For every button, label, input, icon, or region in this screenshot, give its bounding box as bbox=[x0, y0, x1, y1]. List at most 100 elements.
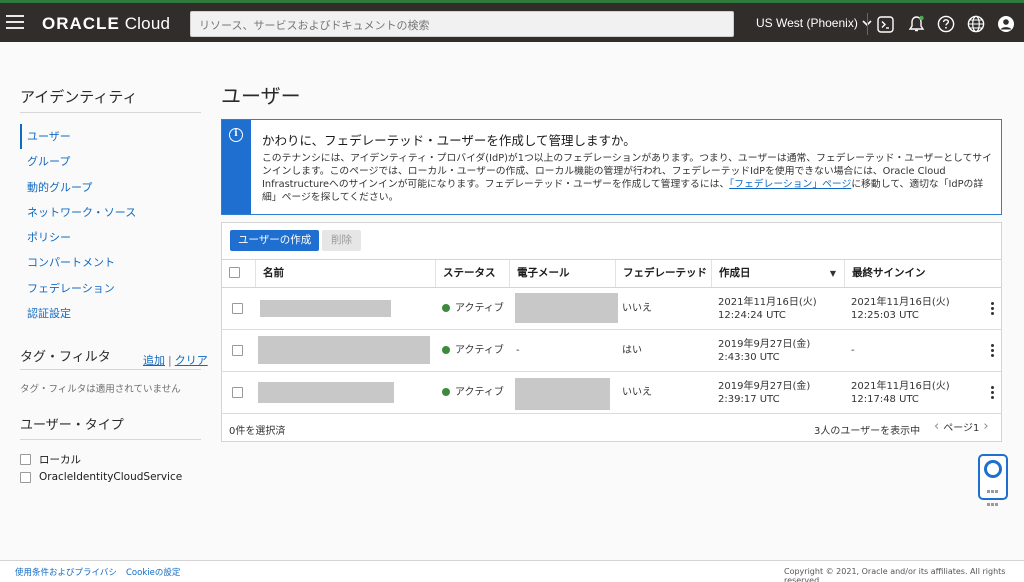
row-select-cell bbox=[222, 288, 255, 329]
users-table-panel: ユーザーの作成 削除 名前 ステータス 電子メール フェデレーテッド 作成日 ▼ … bbox=[221, 222, 1002, 442]
info-banner-heading: かわりに、フェデレーテッド・ユーザーを作成して管理しますか。 bbox=[262, 133, 636, 148]
created-time: 2:43:30 UTC bbox=[718, 351, 780, 363]
select-all-cell bbox=[222, 260, 255, 287]
created-date: 2019年9月27日(金) bbox=[718, 338, 811, 350]
sidebar-item-network-sources[interactable]: ネットワーク・ソース bbox=[20, 200, 201, 225]
info-banner-stripe: i bbox=[222, 120, 251, 214]
globe-icon[interactable] bbox=[967, 15, 985, 33]
global-search-input[interactable]: リソース、サービスおよびドキュメントの検索 bbox=[190, 11, 734, 37]
page-label: ページ1 bbox=[943, 423, 980, 434]
created-time: 12:24:24 UTC bbox=[718, 309, 786, 321]
sidebar-item-policies[interactable]: ポリシー bbox=[20, 225, 201, 250]
sidebar-item-federation[interactable]: フェデレーション bbox=[20, 276, 201, 301]
cloud-shell-icon[interactable] bbox=[876, 15, 894, 33]
info-banner-body: このテナンシには、アイデンティティ・プロバイダ(IdP)が1つ以上のフェデレーシ… bbox=[262, 152, 997, 204]
status-cell: アクティブ bbox=[435, 330, 509, 371]
oracle-cloud-logo[interactable]: ORACLE Cloud bbox=[42, 14, 170, 34]
column-header-last-sign-in[interactable]: 最終サインイン bbox=[844, 260, 1001, 287]
status-cell: アクティブ bbox=[435, 372, 509, 413]
row-checkbox[interactable] bbox=[232, 345, 243, 356]
column-header-created[interactable]: 作成日 ▼ bbox=[711, 260, 844, 287]
delete-button: 削除 bbox=[322, 230, 361, 251]
user-count: 3人のユーザーを表示中 bbox=[814, 426, 921, 437]
created-cell: 2019年9月27日(金) 2:43:30 UTC bbox=[711, 330, 844, 371]
checkbox[interactable] bbox=[20, 454, 31, 465]
help-icon[interactable] bbox=[937, 15, 955, 33]
user-type-title: ユーザー・タイプ bbox=[20, 418, 124, 433]
last-sign-in-cell: 2021年11月16日(火) 12:17:48 UTC bbox=[844, 372, 984, 413]
header-divider bbox=[867, 13, 868, 35]
bell-icon[interactable] bbox=[907, 15, 925, 33]
sidebar-item-auth-settings[interactable]: 認証設定 bbox=[20, 301, 201, 326]
status-text: アクティブ bbox=[455, 303, 504, 314]
link-separator: | bbox=[168, 354, 172, 367]
federation-page-link[interactable]: 「フェデレーション」ページ bbox=[729, 179, 851, 190]
sidebar-item-users[interactable]: ユーザー bbox=[20, 124, 201, 150]
cookie-settings-link[interactable]: Cookieの設定 bbox=[126, 566, 180, 578]
hamburger-menu-icon[interactable] bbox=[6, 15, 24, 29]
profile-icon[interactable] bbox=[997, 15, 1015, 33]
region-label: US West (Phoenix) bbox=[756, 16, 858, 30]
status-active-dot-icon bbox=[442, 388, 450, 396]
sidebar-nav: ユーザー グループ 動的グループ ネットワーク・ソース ポリシー コンパートメン… bbox=[20, 124, 201, 326]
last-sign-in-time: 12:17:48 UTC bbox=[851, 393, 919, 405]
redacted-user-name[interactable] bbox=[258, 336, 430, 364]
help-lifebuoy-icon[interactable] bbox=[978, 454, 1008, 506]
user-type-option-label: OracleIdentityCloudService bbox=[39, 471, 183, 483]
user-type-option-idcs[interactable]: OracleIdentityCloudService bbox=[20, 471, 182, 483]
top-navigation-bar: ORACLE Cloud リソース、サービスおよびドキュメントの検索 US We… bbox=[0, 3, 1024, 42]
sidebar-title: アイデンティティ bbox=[20, 88, 138, 106]
status-text: アクティブ bbox=[455, 345, 504, 356]
tag-filter-add-link[interactable]: 追加 bbox=[143, 354, 165, 367]
row-actions-kebab-icon[interactable] bbox=[991, 302, 995, 315]
copyright-text: Copyright © 2021, Oracle and/or its affi… bbox=[784, 567, 1006, 582]
status-active-dot-icon bbox=[442, 304, 450, 312]
redacted-user-name[interactable] bbox=[258, 382, 394, 403]
region-selector[interactable]: US West (Phoenix) bbox=[756, 16, 872, 30]
checkbox[interactable] bbox=[20, 471, 31, 483]
created-date: 2019年9月27日(金) bbox=[718, 380, 811, 392]
lifebuoy-ring bbox=[984, 460, 1002, 478]
info-banner: i かわりに、フェデレーテッド・ユーザーを作成して管理しますか。 このテナンシに… bbox=[221, 119, 1002, 215]
select-all-checkbox[interactable] bbox=[229, 267, 240, 278]
chevron-left-icon[interactable]: ‹ bbox=[934, 419, 939, 434]
tag-filter-links: 追加 | クリア bbox=[143, 352, 208, 368]
last-sign-in-cell: 2021年11月16日(火) 12:25:03 UTC bbox=[844, 288, 984, 329]
created-cell: 2021年11月16日(火) 12:24:24 UTC bbox=[711, 288, 844, 329]
last-sign-in-time: 12:25:03 UTC bbox=[851, 309, 919, 321]
column-header-status[interactable]: ステータス bbox=[435, 260, 509, 287]
row-actions-kebab-icon[interactable] bbox=[991, 344, 995, 357]
row-checkbox[interactable] bbox=[232, 303, 243, 314]
column-header-name[interactable]: 名前 bbox=[255, 260, 435, 287]
created-time: 2:39:17 UTC bbox=[718, 393, 780, 405]
tag-filter-clear-link[interactable]: クリア bbox=[175, 354, 208, 367]
row-select-cell bbox=[222, 372, 255, 413]
column-header-created-label: 作成日 bbox=[719, 267, 751, 279]
create-user-button[interactable]: ユーザーの作成 bbox=[230, 230, 320, 251]
grid-dots-icon bbox=[987, 484, 1001, 510]
sidebar-divider bbox=[20, 112, 201, 113]
last-sign-in-date: 2021年11月16日(火) bbox=[851, 296, 950, 308]
column-header-federated[interactable]: フェデレーテッド bbox=[615, 260, 711, 287]
logo-text: Cloud bbox=[119, 14, 171, 33]
user-type-option-local[interactable]: ローカル bbox=[20, 452, 81, 467]
chevron-right-icon[interactable]: › bbox=[983, 419, 988, 434]
created-date: 2021年11月16日(火) bbox=[718, 296, 817, 308]
redacted-email bbox=[515, 293, 618, 323]
tag-filter-divider bbox=[20, 369, 201, 370]
tag-filter-note: タグ・フィルタは適用されていません bbox=[20, 384, 181, 395]
federated-cell: いいえ bbox=[622, 387, 652, 398]
column-header-email[interactable]: 電子メール bbox=[509, 260, 615, 287]
row-checkbox[interactable] bbox=[232, 387, 243, 398]
status-active-dot-icon bbox=[442, 346, 450, 354]
row-actions-kebab-icon[interactable] bbox=[991, 386, 995, 399]
federated-cell: いいえ bbox=[622, 303, 652, 314]
redacted-user-name[interactable] bbox=[260, 300, 391, 317]
sidebar-item-groups[interactable]: グループ bbox=[20, 149, 201, 174]
status-cell: アクティブ bbox=[435, 288, 509, 329]
page-title: ユーザー bbox=[221, 84, 301, 108]
sidebar-item-compartments[interactable]: コンパートメント bbox=[20, 250, 201, 275]
user-type-divider bbox=[20, 439, 201, 440]
sidebar-item-dynamic-groups[interactable]: 動的グループ bbox=[20, 175, 201, 200]
terms-privacy-link[interactable]: 使用条件およびプライバシ bbox=[15, 566, 117, 578]
